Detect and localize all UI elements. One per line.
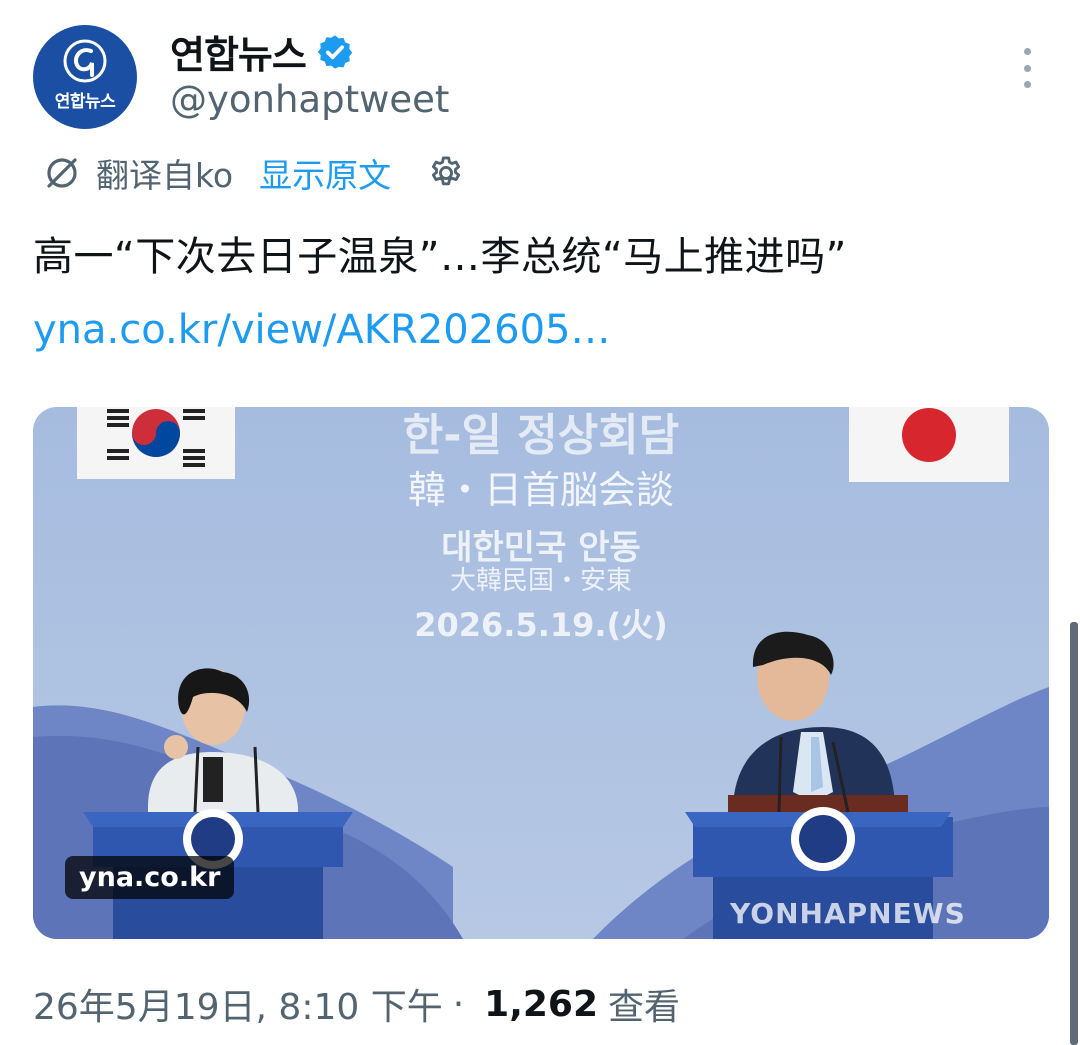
translate-icon bbox=[47, 158, 77, 188]
banner-korean-title: 한-일 정상회담 bbox=[402, 410, 680, 461]
photo-watermark: YONHAPNEWS bbox=[730, 897, 966, 930]
translated-from-label: 翻译自ko bbox=[96, 156, 234, 195]
account-avatar[interactable]: 연합뉴스 bbox=[33, 25, 137, 129]
scrollbar[interactable] bbox=[1070, 622, 1078, 1045]
tweet-photo[interactable]: 한-일 정상회담 韓・日首脳会談 대한민국 안동 大韓民国・安東 2026.5.… bbox=[33, 407, 1049, 939]
timestamp[interactable]: 26年5月19日, 8:10 下午 bbox=[33, 978, 443, 1030]
tweet-meta: 26年5月19日, 8:10 下午 · 1,262 查看 bbox=[33, 978, 680, 1030]
more-options-icon[interactable] bbox=[1014, 48, 1040, 88]
account-handle[interactable]: @yonhaptweet bbox=[170, 78, 449, 121]
avatar-label: 연합뉴스 bbox=[54, 91, 116, 112]
tweet-text: 高一“下次去日子温泉”…李总统“马上推进吗” bbox=[33, 234, 847, 280]
banner-date: 2026.5.19.(火) bbox=[414, 606, 668, 644]
translation-row: 翻译自ko 显示原文 bbox=[44, 148, 465, 198]
views-label: 查看 bbox=[608, 987, 681, 1028]
meta-separator: · bbox=[452, 983, 465, 1025]
link-source-badge[interactable]: yna.co.kr bbox=[65, 856, 235, 899]
verified-badge-icon bbox=[317, 34, 353, 69]
banner-chinese-place: 大韓民国・安東 bbox=[449, 566, 632, 596]
views-count: 1,262 bbox=[484, 983, 599, 1025]
show-original-link[interactable]: 显示原文 bbox=[259, 149, 391, 197]
display-name[interactable]: 연합뉴스 bbox=[170, 24, 307, 79]
banner-chinese-title: 韓・日首脳会談 bbox=[407, 468, 674, 512]
gear-icon[interactable] bbox=[427, 154, 465, 192]
tweet-link[interactable]: yna.co.kr/view/AKR202605… bbox=[33, 305, 610, 355]
account-name-row: 연합뉴스 bbox=[170, 24, 354, 79]
yonhap-logo-icon bbox=[63, 39, 107, 82]
